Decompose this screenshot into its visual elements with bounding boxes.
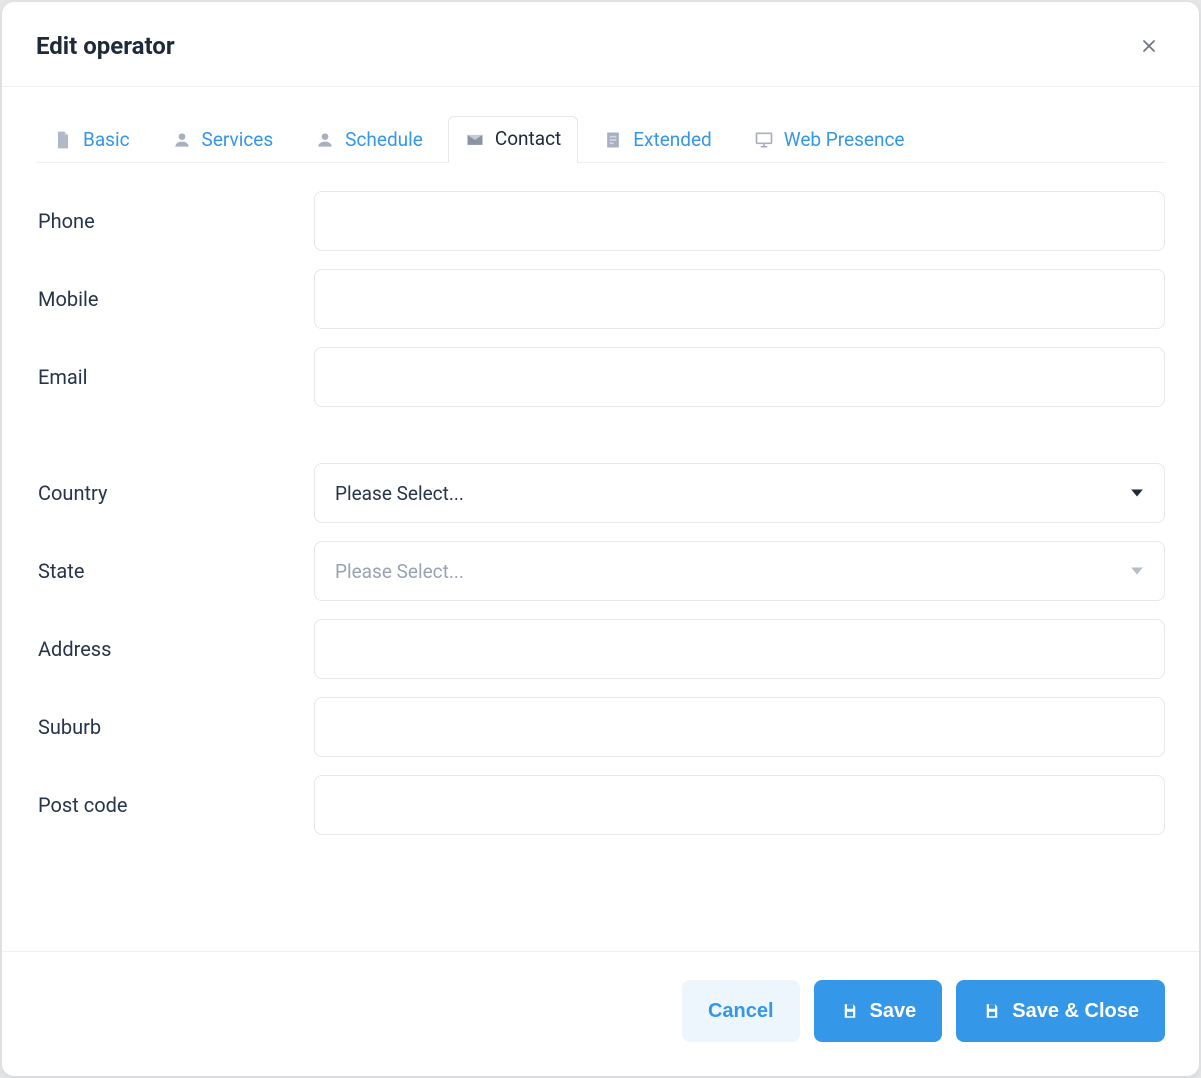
chevron-down-icon	[1130, 486, 1144, 500]
row-country: Country Please Select...	[36, 463, 1165, 523]
select-value: Please Select...	[335, 482, 464, 505]
cancel-button[interactable]: Cancel	[682, 980, 800, 1042]
person-icon	[315, 130, 335, 150]
row-postcode: Post code	[36, 775, 1165, 835]
row-email: Email	[36, 347, 1165, 407]
label-suburb: Suburb	[36, 715, 314, 739]
presentation-icon	[754, 130, 774, 150]
tab-services[interactable]: Services	[155, 117, 291, 163]
postcode-input[interactable]	[314, 775, 1165, 835]
suburb-input[interactable]	[314, 697, 1165, 757]
tab-label: Schedule	[345, 128, 423, 151]
chevron-down-icon	[1130, 564, 1144, 578]
button-label: Save	[870, 1000, 917, 1023]
tab-schedule[interactable]: Schedule	[298, 117, 440, 163]
country-select[interactable]: Please Select...	[314, 463, 1165, 523]
state-select: Please Select...	[314, 541, 1165, 601]
tab-label: Services	[202, 128, 274, 151]
label-email: Email	[36, 365, 314, 389]
row-suburb: Suburb	[36, 697, 1165, 757]
tab-basic[interactable]: Basic	[36, 117, 147, 163]
phone-input[interactable]	[314, 191, 1165, 251]
save-close-button[interactable]: Save & Close	[956, 980, 1165, 1042]
row-mobile: Mobile	[36, 269, 1165, 329]
label-postcode: Post code	[36, 793, 314, 817]
tab-label: Basic	[83, 128, 130, 151]
tab-label: Extended	[633, 128, 712, 151]
email-input[interactable]	[314, 347, 1165, 407]
tab-contact[interactable]: Contact	[448, 116, 578, 163]
row-state: State Please Select...	[36, 541, 1165, 601]
button-label: Save & Close	[1012, 1000, 1139, 1023]
tab-web-presence[interactable]: Web Presence	[737, 117, 922, 163]
tabs: Basic Services Schedule Contact	[36, 115, 1165, 163]
label-country: Country	[36, 481, 314, 505]
modal-header: Edit operator	[2, 2, 1199, 87]
close-icon	[1139, 36, 1159, 56]
mobile-input[interactable]	[314, 269, 1165, 329]
modal-footer: Cancel Save Save & Close	[2, 951, 1199, 1076]
select-value: Please Select...	[335, 560, 464, 583]
save-icon	[982, 1001, 1002, 1021]
address-input[interactable]	[314, 619, 1165, 679]
row-address: Address	[36, 619, 1165, 679]
label-phone: Phone	[36, 209, 314, 233]
row-phone: Phone	[36, 191, 1165, 251]
person-icon	[172, 130, 192, 150]
edit-operator-modal: Edit operator Basic Services	[2, 2, 1199, 1076]
modal-body: Basic Services Schedule Contact	[2, 87, 1199, 951]
label-address: Address	[36, 637, 314, 661]
save-button[interactable]: Save	[814, 980, 943, 1042]
modal-title: Edit operator	[36, 32, 175, 60]
document-icon	[603, 130, 623, 150]
label-state: State	[36, 559, 314, 583]
save-icon	[840, 1001, 860, 1021]
contact-form: Phone Mobile Email Country	[36, 191, 1165, 835]
file-icon	[53, 130, 73, 150]
close-button[interactable]	[1133, 30, 1165, 62]
button-label: Cancel	[708, 1000, 774, 1023]
mail-icon	[465, 129, 485, 149]
label-mobile: Mobile	[36, 287, 314, 311]
tab-label: Web Presence	[784, 128, 905, 151]
tab-label: Contact	[495, 127, 561, 150]
tab-extended[interactable]: Extended	[586, 117, 729, 163]
